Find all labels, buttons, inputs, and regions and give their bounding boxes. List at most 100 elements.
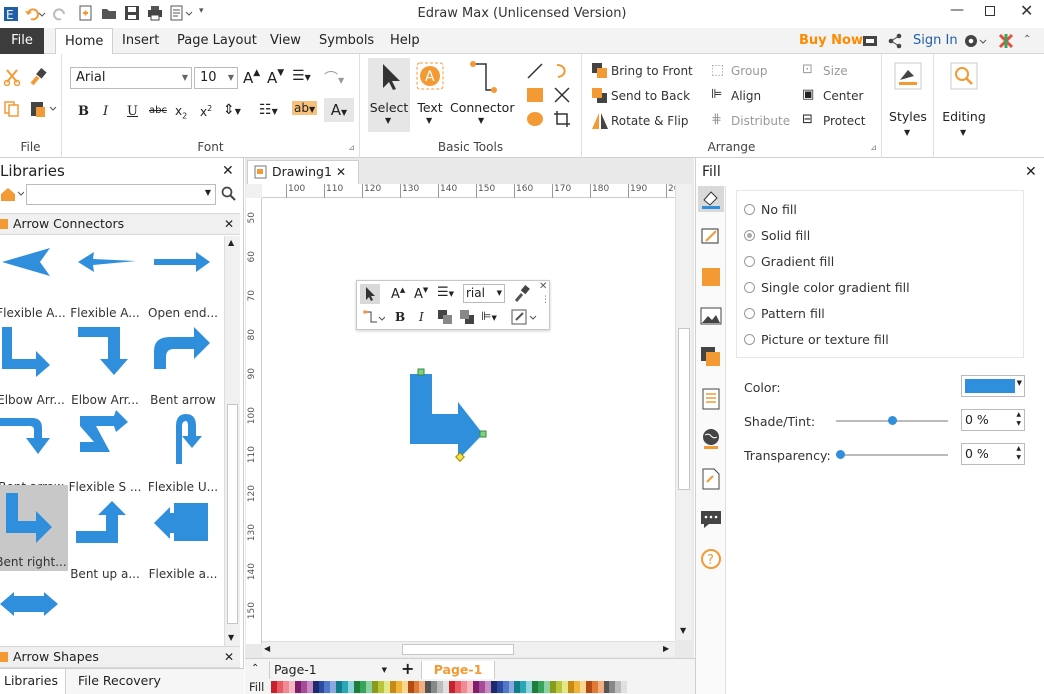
radio-button[interactable] <box>744 256 755 267</box>
drawing-page[interactable]: A▲ A▼ ☰▼ rial ▼ ✕ ⋮ B I ⊫▼ <box>262 198 675 644</box>
shape-flexible-arrow-3[interactable]: Flexible a... <box>144 497 222 583</box>
format-painter-icon[interactable] <box>29 68 47 86</box>
distribute-button[interactable]: Distribute <box>731 111 790 131</box>
bring-to-front-icon[interactable] <box>437 309 453 328</box>
align-icon[interactable]: ⊫▼ <box>481 309 497 323</box>
radio-button[interactable] <box>744 334 755 345</box>
attachment-icon[interactable] <box>698 466 724 492</box>
tab-insert[interactable]: Insert <box>113 28 168 54</box>
tab-file-recovery[interactable]: File Recovery <box>66 669 244 694</box>
font-dialog-launcher[interactable]: ⊿ <box>348 143 355 152</box>
cart-icon[interactable] <box>862 33 878 49</box>
text-path-icon[interactable]: ⌒▼ <box>324 68 344 88</box>
buy-now-link[interactable]: Buy Now <box>799 33 863 48</box>
grow-font-icon[interactable]: A▲ <box>391 286 405 302</box>
more-icon[interactable]: ⋮ <box>541 295 550 305</box>
grow-font-icon[interactable]: A▲ <box>243 68 260 87</box>
shape-flexible-arrow-1[interactable]: Flexible A... <box>0 236 70 322</box>
arrange-dialog-launcher[interactable]: ⊿ <box>870 143 877 152</box>
close-icon[interactable]: ✕ <box>224 647 234 667</box>
page-format-icon[interactable] <box>698 386 724 412</box>
globe-icon[interactable] <box>698 426 724 452</box>
tab-libraries[interactable]: Libraries <box>0 669 66 694</box>
selected-bent-arrow-shape[interactable] <box>402 368 502 468</box>
superscript-icon[interactable]: x2 <box>200 104 212 119</box>
bold-icon[interactable]: B <box>78 104 89 119</box>
fill-option[interactable]: Solid fill <box>744 228 810 243</box>
close-icon[interactable]: ✕ <box>222 163 234 179</box>
fill-option[interactable]: Single color gradient fill <box>744 280 910 295</box>
color-palette[interactable] <box>271 681 628 693</box>
add-page-button[interactable]: + <box>401 659 414 678</box>
scroll-down-icon[interactable]: ▼ <box>680 626 686 635</box>
image-icon[interactable] <box>698 304 724 330</box>
scroll-thumb[interactable] <box>678 328 690 490</box>
shade-tint-slider[interactable] <box>836 416 948 425</box>
italic-icon[interactable]: I <box>419 310 424 324</box>
scroll-up-icon[interactable]: ▲ <box>228 238 234 247</box>
bullets-icon[interactable]: ☷▼ <box>259 102 278 118</box>
rotate-flip-button[interactable]: Rotate & Flip <box>611 111 688 131</box>
italic-icon[interactable]: I <box>103 104 108 119</box>
gear-icon[interactable] <box>963 32 987 50</box>
tab-home[interactable]: Home <box>55 28 114 55</box>
shade-tint-stepper[interactable]: 0 % ▲ ▼ <box>961 409 1025 431</box>
shape-flexible-s-arrow[interactable]: Flexible S ... <box>66 410 144 496</box>
palette-swatch[interactable] <box>621 681 628 693</box>
close-icon[interactable]: ✕ <box>1025 164 1037 180</box>
chevron-up-icon[interactable]: ⌃ <box>251 663 259 674</box>
select-tool-button[interactable]: Select ▼ <box>368 58 410 132</box>
shape-bent-arrow-1[interactable]: Bent arrow <box>144 323 222 409</box>
paste-icon[interactable] <box>29 100 59 118</box>
bring-to-front-button[interactable]: Bring to Front <box>611 61 693 81</box>
document-tab[interactable]: Drawing1 ✕ <box>247 160 359 184</box>
line-style-icon[interactable] <box>698 224 724 250</box>
shape-elbow-arrow-2[interactable]: Elbow Arr... <box>66 323 144 409</box>
search-icon[interactable] <box>221 186 237 202</box>
font-color-icon[interactable]: A▼ <box>324 98 354 122</box>
transparency-slider[interactable] <box>836 450 948 459</box>
transparency-stepper[interactable]: 0 % ▲ ▼ <box>961 443 1025 465</box>
close-icon[interactable]: ✕ <box>336 161 346 183</box>
align-button[interactable]: Align <box>731 86 761 106</box>
slider-thumb[interactable] <box>836 450 845 459</box>
ellipse-icon[interactable] <box>526 110 544 128</box>
minimize-button[interactable]: — <box>950 2 964 18</box>
mini-font-select[interactable]: rial ▼ <box>463 284 505 303</box>
size-button[interactable]: Size <box>823 61 848 81</box>
line-icon[interactable] <box>526 62 544 80</box>
library-scrollbar[interactable]: ▲ ▼ <box>224 236 240 646</box>
cut-icon[interactable] <box>3 68 21 86</box>
close-icon[interactable]: ✕ <box>539 281 547 292</box>
close-window-button[interactable]: ✕ <box>1020 1 1033 20</box>
fill-option[interactable]: Picture or texture fill <box>744 332 889 347</box>
arc-icon[interactable] <box>553 62 571 80</box>
library-search-input[interactable]: ▼ <box>26 184 216 205</box>
underline-icon[interactable]: U <box>127 104 138 119</box>
canvas-horizontal-scrollbar[interactable]: ◀ ▶ <box>262 641 675 657</box>
share-icon[interactable] <box>887 33 903 49</box>
layer-icon[interactable] <box>698 344 724 370</box>
shape-elbow-arrow-1[interactable]: Elbow Arr... <box>0 323 70 409</box>
tab-view[interactable]: View <box>261 28 310 54</box>
text-align-icon[interactable]: ☰▼ <box>437 285 454 300</box>
connector-tool-button[interactable]: Connector ▼ <box>450 58 514 132</box>
scroll-thumb[interactable] <box>402 644 514 655</box>
format-painter-icon[interactable] <box>513 285 531 306</box>
close-icon[interactable]: ✕ <box>224 214 234 234</box>
stepper-arrows[interactable]: ▲ ▼ <box>1016 444 1021 462</box>
line-spacing-icon[interactable]: ⇕▼ <box>223 102 241 118</box>
shadow-icon[interactable] <box>698 264 724 290</box>
fill-icon[interactable] <box>698 186 724 212</box>
editing-button[interactable]: Editing <box>934 109 994 124</box>
connector-icon[interactable] <box>363 309 386 330</box>
style-icon[interactable] <box>511 308 539 329</box>
stepper-arrows[interactable]: ▲ ▼ <box>1016 410 1021 428</box>
strikethrough-icon[interactable]: abc <box>149 105 167 116</box>
send-to-back-icon[interactable] <box>459 309 475 328</box>
color-picker[interactable]: ▼ <box>961 375 1025 397</box>
font-size-select[interactable]: 10 ▼ <box>194 67 238 89</box>
app-switch-icon[interactable] <box>998 33 1014 49</box>
library-home-icon[interactable] <box>0 186 24 202</box>
rectangle-icon[interactable] <box>526 86 544 104</box>
